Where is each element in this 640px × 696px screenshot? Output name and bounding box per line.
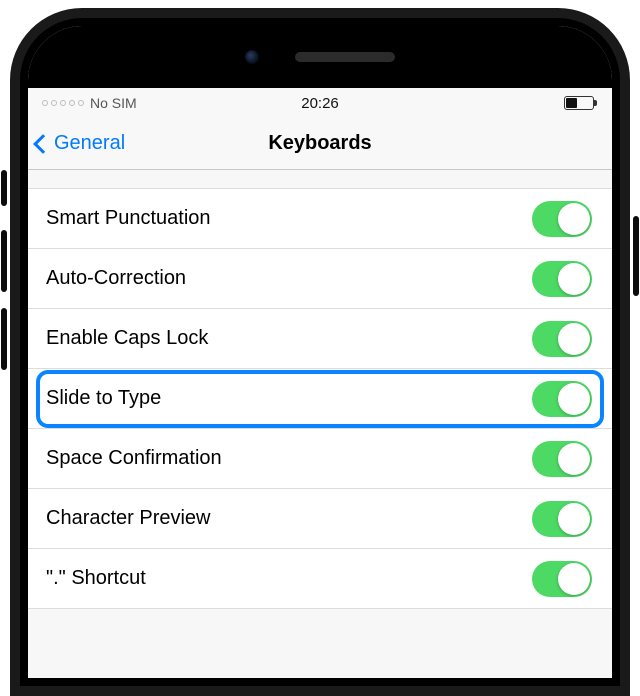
settings-list: Smart Punctuation Auto-Correction Enable…: [28, 188, 612, 609]
toggle-knob-icon: [558, 383, 590, 415]
phone-frame: No SIM 20:26 General Keyboards Smart Pun…: [10, 8, 630, 696]
phone-volume-down: [1, 308, 7, 370]
row-space-confirmation: Space Confirmation: [28, 429, 612, 489]
toggle-character-preview[interactable]: [532, 501, 592, 537]
row-label: Auto-Correction: [46, 267, 532, 290]
toggle-knob-icon: [558, 503, 590, 535]
back-button[interactable]: General: [36, 118, 125, 169]
row-label: Character Preview: [46, 507, 532, 530]
row-character-preview: Character Preview: [28, 489, 612, 549]
row-label: Slide to Type: [46, 387, 532, 410]
carrier-label: No SIM: [90, 95, 137, 111]
toggle-period-shortcut[interactable]: [532, 561, 592, 597]
toggle-knob-icon: [558, 203, 590, 235]
toggle-smart-punctuation[interactable]: [532, 201, 592, 237]
toggle-knob-icon: [558, 263, 590, 295]
row-label: Enable Caps Lock: [46, 327, 532, 350]
chevron-left-icon: [33, 134, 53, 154]
signal-dots-icon: [42, 100, 84, 106]
page-title: Keyboards: [268, 132, 371, 155]
nav-bar: General Keyboards: [28, 118, 612, 170]
toggle-slide-to-type[interactable]: [532, 381, 592, 417]
front-camera-icon: [245, 50, 259, 64]
row-slide-to-type: Slide to Type: [28, 369, 612, 429]
phone-volume-up: [1, 230, 7, 292]
earpiece-speaker-icon: [295, 52, 395, 62]
phone-frame-inner: No SIM 20:26 General Keyboards Smart Pun…: [20, 18, 620, 686]
toggle-auto-correction[interactable]: [532, 261, 592, 297]
status-bar: No SIM 20:26: [28, 88, 612, 118]
toggle-knob-icon: [558, 563, 590, 595]
toggle-space-confirmation[interactable]: [532, 441, 592, 477]
row-label: Smart Punctuation: [46, 207, 532, 230]
row-auto-correction: Auto-Correction: [28, 249, 612, 309]
row-label: Space Confirmation: [46, 447, 532, 470]
battery-icon: [564, 96, 594, 110]
toggle-knob-icon: [558, 323, 590, 355]
row-label: "." Shortcut: [46, 567, 532, 590]
phone-power-button: [633, 216, 639, 296]
phone-mute-switch: [1, 170, 7, 206]
clock-label: 20:26: [301, 95, 339, 112]
battery-level-icon: [566, 98, 577, 108]
back-label: General: [54, 132, 125, 155]
toggle-enable-caps-lock[interactable]: [532, 321, 592, 357]
row-smart-punctuation: Smart Punctuation: [28, 189, 612, 249]
row-period-shortcut: "." Shortcut: [28, 549, 612, 609]
row-enable-caps-lock: Enable Caps Lock: [28, 309, 612, 369]
toggle-knob-icon: [558, 443, 590, 475]
phone-sensor-bar: [28, 26, 612, 88]
screen: No SIM 20:26 General Keyboards Smart Pun…: [28, 26, 612, 678]
